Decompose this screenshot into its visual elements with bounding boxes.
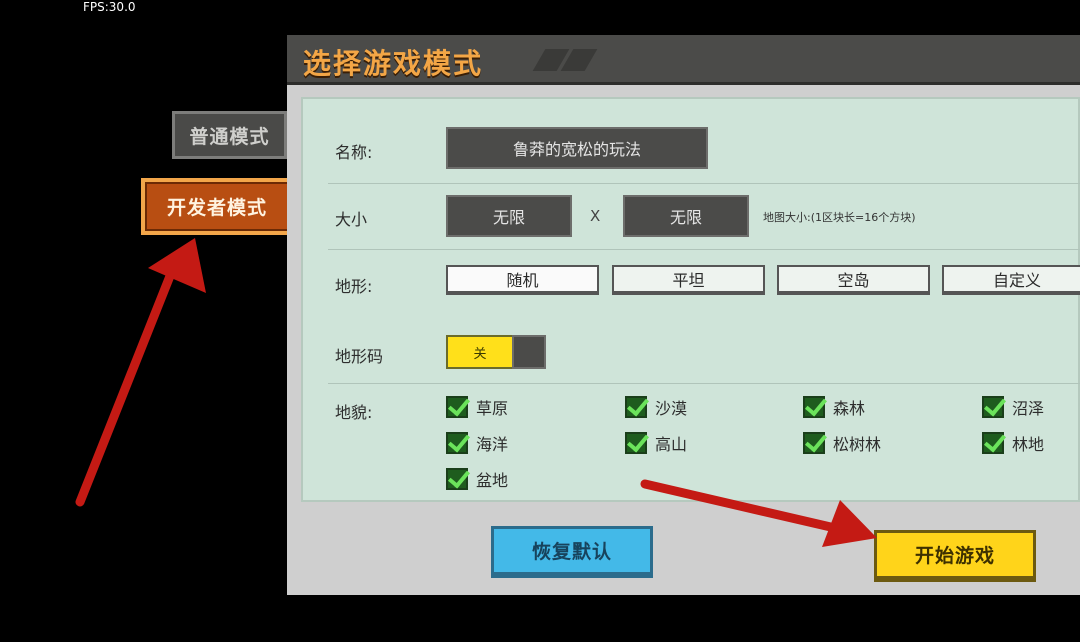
size-label: 大小 [335, 210, 368, 229]
biome-checkbox[interactable]: 林地 [982, 431, 1044, 455]
biome-label-text: 森林 [833, 399, 866, 418]
size-separator: X [590, 207, 601, 225]
dialog-title: 选择游戏模式 [303, 47, 484, 80]
biome-label-text: 松树林 [833, 435, 882, 454]
name-label: 名称: [335, 143, 373, 162]
fps-counter: FPS:30.0 [83, 0, 136, 14]
biome-checkbox[interactable]: 海洋 [446, 431, 508, 455]
size-width-field[interactable]: 无限 [446, 195, 572, 237]
checkbox-checked-icon [803, 396, 825, 418]
biome-label: 地貌: [335, 403, 373, 422]
settings-panel: 名称: 鲁莽的宽松的玩法 大小 无限 X 无限 地图大小:(1区块长=16个方块… [301, 97, 1080, 502]
checkbox-checked-icon [982, 432, 1004, 454]
biome-checkbox[interactable]: 盆地 [446, 467, 508, 491]
biome-label-text: 沙漠 [655, 399, 688, 418]
divider [328, 383, 1080, 384]
terrain-code-toggle[interactable]: 关 [446, 335, 546, 369]
biome-checkbox[interactable]: 草原 [446, 395, 508, 419]
biome-checkbox[interactable]: 森林 [803, 395, 865, 419]
biome-label-text: 沼泽 [1012, 399, 1045, 418]
terrain-option-sky-island[interactable]: 空岛 [777, 265, 930, 295]
checkbox-checked-icon [446, 396, 468, 418]
arrow-to-developer-mode-icon [75, 238, 206, 507]
terrain-option-random[interactable]: 随机 [446, 265, 599, 295]
biome-label-text: 海洋 [476, 435, 509, 454]
size-hint: 地图大小:(1区块长=16个方块) [763, 211, 916, 224]
world-name-field[interactable]: 鲁莽的宽松的玩法 [446, 127, 708, 169]
divider [328, 183, 1080, 184]
biome-checkbox[interactable]: 高山 [625, 431, 687, 455]
checkbox-checked-icon [625, 396, 647, 418]
checkbox-checked-icon [446, 468, 468, 490]
biome-label-text: 林地 [1012, 435, 1045, 454]
biome-checkbox[interactable]: 沼泽 [982, 395, 1044, 419]
biome-label-text: 高山 [655, 435, 688, 454]
checkbox-checked-icon [982, 396, 1004, 418]
tab-developer-mode[interactable]: 开发者模式 [141, 178, 293, 235]
terrain-code-label: 地形码 [335, 347, 384, 366]
reset-default-button[interactable]: 恢复默认 [491, 526, 653, 578]
toggle-track [512, 335, 546, 369]
dialog-header: 选择游戏模式 [287, 35, 1080, 85]
biome-checkbox[interactable]: 沙漠 [625, 395, 687, 419]
checkbox-checked-icon [803, 432, 825, 454]
biome-checkbox[interactable]: 松树林 [803, 431, 881, 455]
terrain-option-flat[interactable]: 平坦 [612, 265, 765, 295]
tab-normal-mode[interactable]: 普通模式 [172, 111, 287, 159]
size-height-field[interactable]: 无限 [623, 195, 749, 237]
biome-label-text: 草原 [476, 399, 509, 418]
game-mode-dialog: 选择游戏模式 名称: 鲁莽的宽松的玩法 大小 无限 X 无限 地图大小:(1区块… [287, 35, 1080, 595]
checkbox-checked-icon [625, 432, 647, 454]
terrain-option-custom[interactable]: 自定义 [942, 265, 1080, 295]
divider [328, 249, 1080, 250]
checkbox-checked-icon [446, 432, 468, 454]
start-game-button[interactable]: 开始游戏 [874, 530, 1036, 582]
toggle-thumb: 关 [446, 335, 514, 369]
terrain-label: 地形: [335, 277, 373, 296]
biome-label-text: 盆地 [476, 471, 509, 490]
